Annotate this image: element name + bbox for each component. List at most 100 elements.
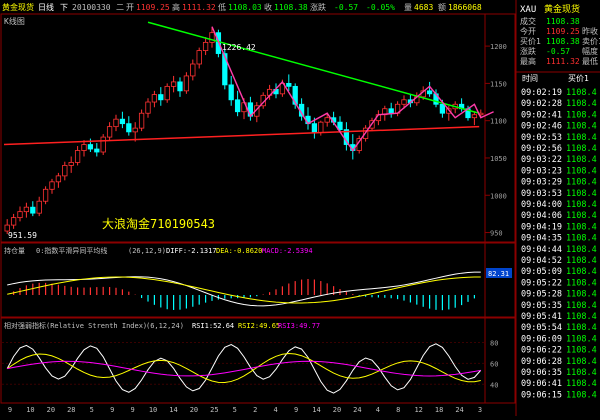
rsi-params: (6,12,24)	[146, 322, 184, 330]
tick-row[interactable]: 09:05:28 1108.4	[521, 290, 597, 300]
candle-body	[164, 85, 170, 101]
quote-row-extra: 幅度	[582, 46, 598, 56]
low-label: 低	[218, 2, 226, 12]
candle-body	[106, 126, 113, 138]
candle-body	[318, 121, 324, 134]
tick-row[interactable]: 09:05:22 1108.4	[521, 278, 597, 288]
macd-diff: DIFF:-2.1317	[166, 247, 217, 255]
tick-time: 09:06:15	[521, 390, 562, 400]
date-tick-label: 9	[130, 406, 134, 414]
tick-price: 1108.4	[566, 390, 597, 400]
tick-row[interactable]: 09:06:15 1108.4	[521, 390, 597, 400]
tick-row[interactable]: 09:04:44 1108.4	[521, 245, 597, 255]
tick-row[interactable]: 09:05:09 1108.4	[521, 267, 597, 277]
low-value: 1108.03	[228, 3, 262, 12]
tick-row[interactable]: 09:05:35 1108.4	[521, 301, 597, 311]
tick-row[interactable]: 09:02:53 1108.4	[521, 133, 597, 143]
tick-row[interactable]: 09:02:28 1108.4	[521, 99, 597, 109]
price-tick-label: 1000	[490, 192, 507, 200]
candle-body	[87, 144, 94, 150]
tick-row[interactable]: 09:04:19 1108.4	[521, 222, 597, 232]
candle-body	[228, 84, 234, 101]
tick-price: 1108.4	[566, 122, 597, 132]
tick-time: 09:04:06	[521, 211, 562, 221]
tick-time: 09:05:41	[521, 312, 562, 322]
date-tick-label: 10	[149, 406, 157, 414]
symbol-name: 黄金现货	[2, 2, 34, 12]
tick-price: 1108.4	[566, 133, 597, 143]
quote-row: 最高 1111.32 最低	[520, 56, 598, 66]
rsi-tick-label: 80	[490, 339, 498, 347]
tick-price: 1108.4	[566, 234, 597, 244]
tick-price: 1108.4	[566, 178, 597, 188]
tick-price: 1108.4	[566, 211, 597, 221]
candle-body	[23, 206, 30, 213]
watermark-text: 大浪淘金710190543	[102, 216, 215, 231]
quote-row-label: 最高	[520, 56, 536, 66]
candle-body	[471, 114, 478, 119]
chart-canvas: 黄金现货 日线 下 20100330 二 开 1109.25 高 1111.32…	[0, 0, 600, 416]
date-tick-label: 9	[8, 406, 12, 414]
tick-row[interactable]: 09:06:35 1108.4	[521, 368, 597, 378]
candle-body	[119, 118, 126, 125]
tick-row[interactable]: 09:05:54 1108.4	[521, 323, 597, 333]
price-tick-label: 1150	[490, 80, 507, 88]
candle-body	[158, 94, 164, 101]
candle-body	[234, 99, 241, 113]
date-tick-label: 14	[169, 406, 177, 414]
quote-row-label: 涨跌	[520, 46, 536, 56]
date-tick-label: 20	[47, 406, 55, 414]
tick-row[interactable]: 09:03:29 1108.4	[521, 178, 597, 188]
header-date: 20100330	[72, 3, 111, 12]
tick-row[interactable]: 09:02:56 1108.4	[521, 144, 597, 154]
tick-price: 1108.4	[566, 155, 597, 165]
amount-label: 额	[438, 2, 446, 12]
low-price-label: 951.59	[8, 231, 37, 240]
change-pct: -0.05%	[366, 3, 395, 12]
main-chart-title: K线图	[4, 16, 25, 26]
tick-row[interactable]: 09:03:23 1108.4	[521, 166, 597, 176]
candle-body	[426, 90, 433, 95]
quote-row-value: 1108.38	[546, 37, 580, 46]
tick-row[interactable]: 09:04:52 1108.4	[521, 256, 597, 266]
tick-row[interactable]: 09:02:41 1108.4	[521, 110, 597, 120]
tick-list[interactable]: 09:02:19 1108.4 09:02:28 1108.4 09:02:41 1108…	[521, 88, 597, 400]
tick-time: 09:02:41	[521, 110, 562, 120]
quote-panel: XAU 黄金现货 成交 1108.38今开 1109.25 昨收买价1 1108.38 卖…	[515, 0, 600, 416]
tick-time: 09:06:09	[521, 334, 562, 344]
date-tick-label: 3	[478, 406, 482, 414]
tick-time: 09:04:35	[521, 234, 562, 244]
tick-row[interactable]: 09:03:22 1108.4	[521, 155, 597, 165]
date-tick-label: 14	[312, 406, 320, 414]
macd-panel-label: 持仓量	[4, 246, 25, 255]
candle-body	[311, 123, 318, 134]
tick-row[interactable]: 09:02:19 1108.4	[521, 88, 597, 98]
tick-row[interactable]: 09:06:41 1108.4	[521, 379, 597, 389]
candle-body	[439, 103, 446, 114]
tick-price: 1108.4	[566, 301, 597, 311]
price-tick-label: 1050	[490, 155, 507, 163]
quote-row: 今开 1109.25 昨收	[520, 26, 598, 36]
tick-time: 09:06:41	[521, 379, 562, 389]
tick-time: 09:05:35	[521, 301, 562, 311]
candle-body	[81, 144, 87, 151]
tick-row[interactable]: 09:05:41 1108.4	[521, 312, 597, 322]
tick-time: 09:04:52	[521, 256, 562, 266]
tick-row[interactable]: 09:03:53 1108.4	[521, 189, 597, 199]
candle-body	[170, 81, 177, 87]
tick-price: 1108.4	[566, 110, 597, 120]
tick-row[interactable]: 09:04:35 1108.4	[521, 234, 597, 244]
tick-price: 1108.4	[566, 267, 597, 277]
quote-row-label: 买价1	[520, 37, 541, 46]
tick-row[interactable]: 09:06:28 1108.4	[521, 357, 597, 367]
tick-row[interactable]: 09:04:00 1108.4	[521, 200, 597, 210]
tick-row[interactable]: 09:06:22 1108.4	[521, 346, 597, 356]
candle-body	[17, 211, 23, 219]
tick-row[interactable]: 09:04:06 1108.4	[521, 211, 597, 221]
open-label: 开	[126, 3, 134, 12]
tick-row[interactable]: 09:02:46 1108.4	[521, 122, 597, 132]
candle-body	[151, 94, 158, 103]
tick-time: 09:03:22	[521, 155, 562, 165]
tick-row[interactable]: 09:06:09 1108.4	[521, 334, 597, 344]
period-label[interactable]: 日线	[38, 2, 54, 12]
